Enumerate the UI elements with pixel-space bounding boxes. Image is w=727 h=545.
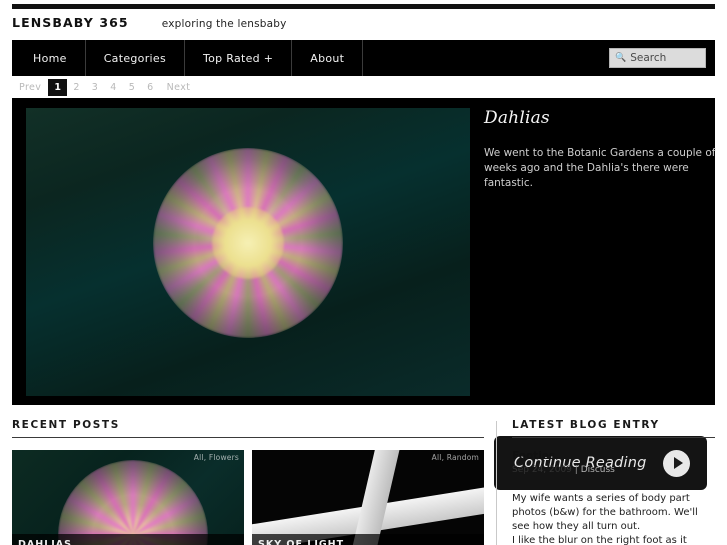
main-navigation: Home Categories Top Rated + About 🔍	[12, 40, 715, 76]
thumbnail-badge: All, Random	[431, 453, 479, 462]
pagination: Prev 1 2 3 4 5 6 Next	[12, 79, 715, 96]
page-root: LENSBABY 365 exploring the lensbaby Home…	[0, 0, 727, 545]
thumbnail-badge: All, Flowers	[193, 453, 239, 462]
blog-paragraph-2: I like the blur on the right foot as it …	[512, 535, 687, 545]
blog-post-body: My wife wants a series of body part phot…	[512, 492, 715, 545]
recent-posts-section: RECENT POSTS All, Flowers DAHLIAS All, R…	[12, 419, 484, 545]
site-tagline: exploring the lensbaby	[161, 18, 287, 30]
pagination-next[interactable]: Next	[160, 79, 198, 96]
site-logo[interactable]: LENSBABY 365	[12, 15, 129, 30]
blog-paragraph-1: My wife wants a series of body part phot…	[512, 493, 698, 532]
meta-separator: |	[574, 465, 578, 475]
thumbnail-caption: SKY OF LIGHT	[252, 534, 484, 545]
hero-section: Dahlias We went to the Botanic Gardens a…	[12, 98, 716, 490]
blog-discuss-link[interactable]: Discuss	[581, 465, 615, 475]
latest-blog-heading: LATEST BLOG ENTRY	[512, 419, 715, 438]
pagination-page-1[interactable]: 1	[48, 79, 68, 96]
list-item[interactable]: All, Flowers DAHLIAS	[12, 450, 244, 545]
pagination-prev[interactable]: Prev	[12, 79, 48, 96]
recent-posts-heading: RECENT POSTS	[12, 419, 484, 438]
list-item[interactable]: All, Random SKY OF LIGHT	[252, 450, 484, 545]
top-rule	[12, 4, 715, 9]
thumbnail-caption: DAHLIAS	[12, 534, 244, 545]
hero-text-block: Dahlias We went to the Botanic Gardens a…	[484, 108, 716, 191]
search-input[interactable]	[630, 52, 700, 64]
site-header: LENSBABY 365 exploring the lensbaby	[12, 15, 715, 37]
search-box[interactable]: 🔍	[609, 48, 706, 68]
pagination-page-5[interactable]: 5	[123, 79, 141, 96]
blog-post-meta: Sep 24, 2009 | Discuss	[512, 465, 715, 475]
thumbnail-image-sky-of-light	[252, 450, 484, 545]
blog-post-date: Sep 24, 2009	[512, 465, 572, 475]
nav-item-top-rated[interactable]: Top Rated +	[185, 40, 293, 76]
hero-image-dahlia[interactable]	[26, 108, 470, 396]
hero-description: We went to the Botanic Gardens a couple …	[484, 147, 716, 189]
column-divider	[496, 421, 497, 545]
latest-blog-section: LATEST BLOG ENTRY Footies Sep 24, 2009 |…	[512, 419, 715, 545]
recent-posts-list: All, Flowers DAHLIAS All, Random SKY OF …	[12, 450, 484, 545]
nav-spacer: 🔍	[363, 40, 715, 76]
pagination-page-6[interactable]: 6	[141, 79, 159, 96]
blog-post-title[interactable]: Footies	[512, 450, 715, 462]
hero-title: Dahlias	[484, 108, 550, 128]
nav-item-categories[interactable]: Categories	[86, 40, 185, 76]
search-icon: 🔍	[615, 52, 627, 63]
pagination-page-2[interactable]: 2	[67, 79, 85, 96]
pagination-page-4[interactable]: 4	[104, 79, 122, 96]
nav-item-home[interactable]: Home	[12, 40, 86, 76]
thumbnail-image-dahlias	[12, 450, 244, 545]
pagination-page-3[interactable]: 3	[86, 79, 104, 96]
nav-item-about[interactable]: About	[292, 40, 364, 76]
